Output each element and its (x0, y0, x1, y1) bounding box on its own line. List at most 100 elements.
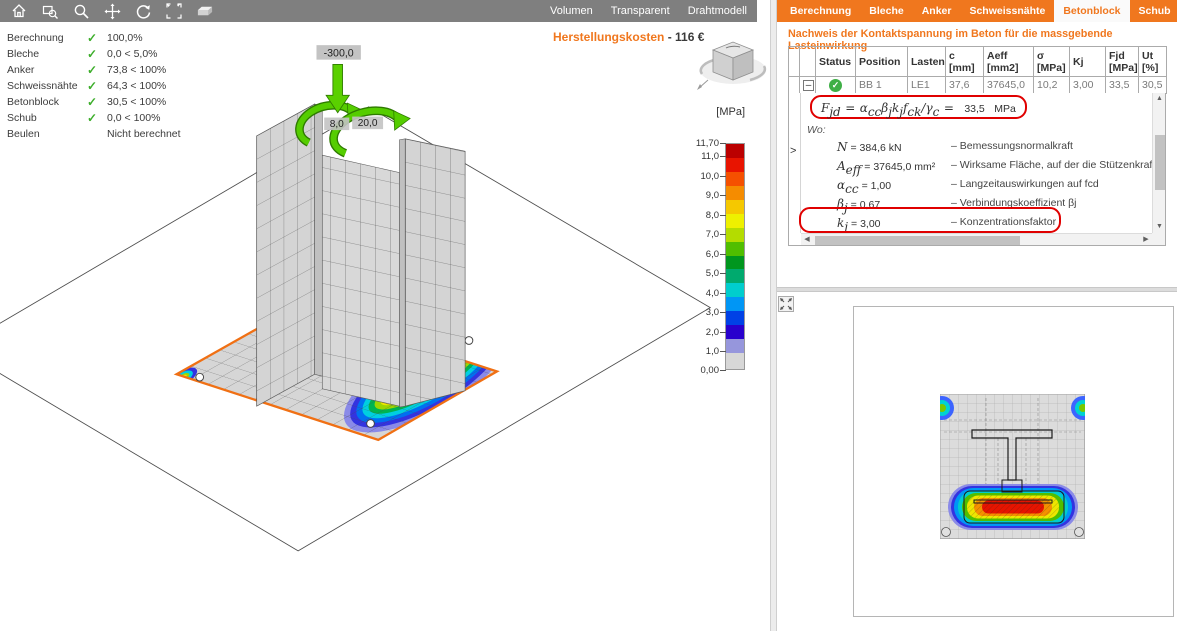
tab-schub[interactable]: Schub (1130, 0, 1177, 22)
results-panel: Berechnung Bleche Anker Schweissnähte Be… (777, 0, 1177, 631)
svg-text:-300,0: -300,0 (324, 47, 354, 59)
tab-berechnung[interactable]: Berechnung (781, 0, 860, 22)
results-table: Status Position Lasten c[mm] Aeff[mm2] σ… (788, 46, 1167, 94)
tab-schweissnaehte[interactable]: Schweissnähte (960, 0, 1054, 22)
colorbar-tick-label: 3,0 (679, 307, 719, 318)
load-label-moment-2: 20,0 (352, 117, 383, 130)
colorbar-tick-mark (720, 273, 726, 274)
colorbar-segment (726, 242, 744, 256)
table-row[interactable]: – ✓ BB 1 LE1 37,6 37645,0 10,2 3,00 33,5… (789, 77, 1167, 94)
cost-label: Herstellungskosten (553, 30, 664, 44)
colorbar-tick-label: 8,0 (679, 210, 719, 221)
colorbar-tick-label: 5,0 (679, 268, 719, 279)
wo-label: Wo: (807, 124, 826, 136)
load-label-moment-1: 8,0 (324, 118, 349, 131)
colorbar-tick-label: 7,0 (679, 229, 719, 240)
cost-value: - 116 € (664, 30, 704, 44)
solid-view-icon[interactable] (196, 2, 214, 20)
colorbar-tick-mark (720, 234, 726, 235)
colorbar-segment (726, 172, 744, 186)
colorbar-unit: [MPa] (697, 106, 745, 118)
manufacturing-cost: Herstellungskosten - 116 € (553, 30, 704, 44)
colorbar-segment (726, 297, 744, 311)
colorbar-segment (726, 186, 744, 200)
colorbar-tick-label: 1,0 (679, 346, 719, 357)
scrollbar-corner (1152, 233, 1165, 245)
svg-text:8,0: 8,0 (330, 119, 344, 130)
colorbar-tick-mark (720, 215, 726, 216)
anchor-hole (196, 373, 204, 381)
check-row: Betonblock✓30,5 < 100% (7, 94, 181, 110)
formula-line: αcc= 1,00 – Langzeitauswirkungen auf fcd (837, 176, 1151, 194)
detail-gutter: > (789, 93, 801, 233)
view-button-volumen[interactable]: Volumen (550, 5, 593, 17)
column-flange-left (257, 104, 323, 406)
svg-text:20,0: 20,0 (358, 118, 378, 129)
pan-icon[interactable] (103, 2, 121, 20)
colorbar-segment (726, 283, 744, 297)
colorbar-tick-label: 9,0 (679, 190, 719, 201)
panel-splitter-horizontal[interactable] (777, 287, 1177, 292)
detail-vertical-scrollbar[interactable]: ▲ ▼ (1152, 93, 1165, 233)
colorbar-segment (726, 353, 744, 369)
contact-stress-plan-view (853, 306, 1174, 617)
view-button-drahtmodell[interactable]: Drahtmodell (688, 5, 747, 17)
colorbar-segment (726, 228, 744, 242)
check-summary-panel: Berechnung✓100,0% Bleche✓0,0 < 5,0% Anke… (7, 30, 181, 142)
check-row: BeulenNicht berechnet (7, 126, 181, 142)
viewport-toolbar: Volumen Transparent Drahtmodell (0, 0, 757, 22)
colorbar-segment (726, 325, 744, 339)
zoom-icon[interactable] (72, 2, 90, 20)
detail-horizontal-scrollbar[interactable]: ◀ ▶ (801, 233, 1152, 245)
scroll-right-icon[interactable]: ▶ (1140, 234, 1152, 246)
detail-expander[interactable]: > (790, 145, 796, 157)
colorbar-tick-mark (720, 370, 726, 371)
check-row: Schub✓0,0 < 100% (7, 110, 181, 126)
rotate-icon[interactable] (134, 2, 152, 20)
tab-anker[interactable]: Anker (913, 0, 961, 22)
check-icon: ✓ (87, 78, 107, 94)
stress-colorbar (725, 143, 745, 370)
check-icon (87, 126, 107, 142)
scrollbar-thumb[interactable] (1155, 135, 1165, 190)
colorbar-segment (726, 269, 744, 283)
colorbar-segment (726, 256, 744, 270)
scrollbar-thumb[interactable] (815, 236, 1020, 245)
colorbar-tick-label: 11,70 (679, 138, 719, 149)
fit-view-icon[interactable] (165, 2, 183, 20)
check-icon: ✓ (87, 46, 107, 62)
check-icon: ✓ (87, 110, 107, 126)
anchor-hole (465, 337, 473, 345)
scroll-left-icon[interactable]: ◀ (801, 234, 813, 246)
expand-view-button[interactable] (778, 296, 794, 312)
view-button-transparent[interactable]: Transparent (611, 5, 670, 17)
colorbar-tick-label: 10,0 (679, 171, 719, 182)
colorbar-tick-mark (720, 176, 726, 177)
row-collapse-button[interactable]: – (803, 80, 814, 91)
table-header-row: Status Position Lasten c[mm] Aeff[mm2] σ… (789, 47, 1167, 77)
home-icon[interactable] (10, 2, 28, 20)
tab-bleche[interactable]: Bleche (860, 0, 912, 22)
formula-line: Aeff= 37645,0 mm² – Wirksame Fläche, auf… (837, 157, 1151, 175)
check-icon: ✓ (87, 30, 107, 46)
colorbar-tick-mark (720, 254, 726, 255)
colorbar-segment (726, 144, 744, 158)
zoom-window-icon[interactable] (41, 2, 59, 20)
colorbar-tick-mark (720, 351, 726, 352)
colorbar-segment (726, 158, 744, 172)
colorbar-tick-label: 6,0 (679, 249, 719, 260)
check-row: Berechnung✓100,0% (7, 30, 181, 46)
colorbar-tick-label: 4,0 (679, 288, 719, 299)
colorbar-tick-mark (720, 312, 726, 313)
status-ok-icon: ✓ (829, 79, 842, 92)
colorbar-segment (726, 200, 744, 214)
check-icon: ✓ (87, 62, 107, 78)
column-flange-right (399, 139, 465, 407)
panel-splitter-vertical[interactable] (770, 0, 777, 631)
anchor-hole (367, 420, 375, 428)
scroll-down-icon[interactable]: ▼ (1153, 221, 1166, 233)
navigation-cube[interactable] (696, 30, 770, 94)
scroll-up-icon[interactable]: ▲ (1153, 93, 1166, 105)
check-row: Schweissnähte✓64,3 < 100% (7, 78, 181, 94)
tab-betonblock[interactable]: Betonblock (1054, 0, 1129, 22)
